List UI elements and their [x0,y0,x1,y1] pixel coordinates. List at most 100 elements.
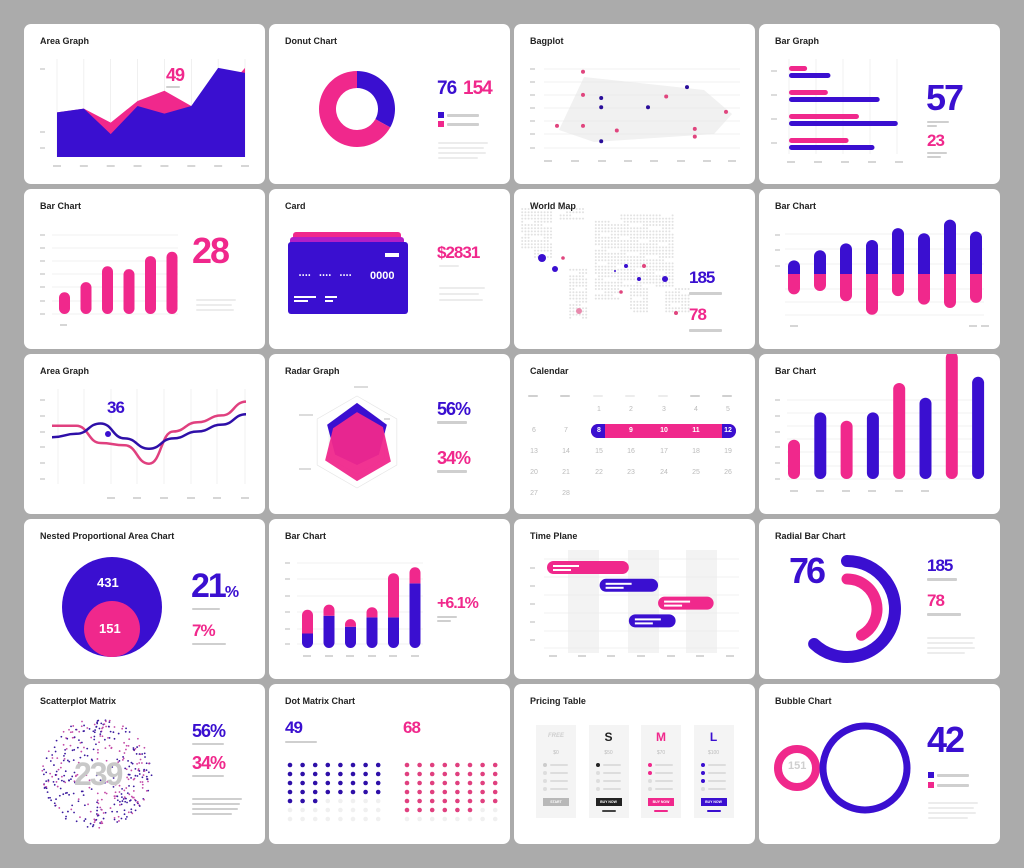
map-dot [550,214,552,217]
card-dot-matrix[interactable]: Dot Matrix Chart 49 68 [269,684,510,844]
calendar-day[interactable]: 1 [588,406,610,413]
card-world-map[interactable]: World Map 185 78 [514,189,755,349]
scatter-point [54,773,57,776]
card-credit-card[interactable]: Card •••• •••• •••• 0000 $2831 [269,189,510,349]
buy-button[interactable]: BUY NOW [648,798,674,806]
map-dot [668,220,671,223]
tick-label [981,325,989,327]
credit-card-graphic [288,232,408,314]
card-pricing-table[interactable]: Pricing Table FREE $0 START S $50 BUY NOW M $70… [514,684,755,844]
tick-label [598,160,606,162]
map-dot [550,246,552,249]
inner-circle-value: 151 [99,621,121,636]
buy-button[interactable]: BUY NOW [595,798,622,806]
calendar-day[interactable]: 28 [555,490,577,497]
card-radar-graph[interactable]: Radar Graph 56% 34% [269,354,510,514]
card-bagplot[interactable]: Bagplot [514,24,755,184]
card-donut-chart[interactable]: Donut Chart 76 154 [269,24,510,184]
card-time-plane[interactable]: Time Plane [514,519,755,679]
map-dot [604,252,607,255]
map-dot [617,288,620,290]
scatter-point [124,767,127,770]
buy-button[interactable]: BUY NOW [700,798,727,806]
dot-filled [417,798,422,804]
map-dot [575,217,578,220]
scatter-point [75,820,78,823]
calendar-day[interactable]: 20 [523,469,545,476]
calendar-day[interactable]: 13 [523,448,545,455]
map-dot [614,224,616,226]
card-title: Calendar [530,366,569,376]
calendar-day[interactable]: 26 [717,469,739,476]
map-dot [633,214,636,217]
calendar-day[interactable]: 17 [653,448,675,455]
description-text [192,798,242,800]
map-dot [636,227,639,230]
calendar-day[interactable]: 5 [717,406,739,413]
map-dot [684,294,687,297]
map-dot [617,284,620,287]
card-area-graph-2[interactable]: Area Graph 36 [24,354,265,514]
learn-more-link[interactable] [706,810,721,812]
calendar-day[interactable]: 24 [653,469,675,476]
map-dot [623,246,626,249]
scatter-point [70,778,72,781]
card-area-graph[interactable]: Area Graph 49 [24,24,265,184]
map-dot [598,281,600,284]
calendar-day[interactable]: 19 [717,448,739,455]
calendar-day[interactable]: 10 [653,427,675,434]
card-calendar[interactable]: Calendar 1 2 3 4 5 6 7 8 9 10 11 12 13 14 15 16 17 18 19 20… [514,354,755,514]
scatter-point [93,818,96,821]
calendar-day[interactable]: 6 [523,427,545,434]
learn-more-link[interactable] [601,810,616,812]
calendar-day[interactable]: 8 [588,427,610,434]
plan-name: FREE [547,733,564,739]
learn-more-link[interactable] [654,810,668,812]
feature-check-icon [595,763,600,767]
map-dot [626,268,629,271]
calendar-day[interactable]: 12 [717,427,739,434]
calendar-day[interactable]: 3 [653,406,675,413]
card-nested-area[interactable]: Nested Proportional Area Chart 431 151 2… [24,519,265,679]
map-dot [668,278,671,281]
tick-label [106,165,115,167]
calendar-day[interactable]: 14 [555,448,577,455]
calendar-day[interactable]: 27 [523,490,545,497]
map-dot [607,236,610,239]
scatter-point [67,810,69,813]
calendar-day[interactable]: 25 [685,469,707,476]
calendar-day[interactable]: 9 [620,427,642,434]
scatter-point [95,725,98,728]
bubble-value: 42 [927,719,965,760]
scatter-point [108,737,111,739]
calendar-day[interactable]: 4 [685,406,707,413]
map-dot [569,278,572,281]
card-bar-chart-2[interactable]: Bar Chart [759,189,1000,349]
card-bar-chart-1[interactable]: Bar Chart 28 [24,189,265,349]
card-bar-graph[interactable]: Bar Graph 57 23 [759,24,1000,184]
card-bar-chart-3[interactable]: Bar Chart [759,354,1000,514]
calendar-day[interactable]: 2 [620,406,642,413]
map-dot [524,227,527,230]
calendar-day[interactable]: 21 [555,469,577,476]
calendar-day[interactable]: 16 [620,448,642,455]
card-radial-bar[interactable]: Radial Bar Chart 76 185 78 [759,519,1000,679]
scatter-point [98,826,101,829]
map-dot [559,217,562,220]
map-dot [550,227,552,230]
buy-button[interactable]: START [543,798,569,806]
map-dot [537,217,540,220]
map-dot [530,224,533,226]
card-scatterplot-matrix[interactable]: Scatterplot Matrix 239 56% 34% [24,684,265,844]
feature-check-icon [700,787,705,791]
calendar-day[interactable]: 15 [588,448,610,455]
scatter-point [93,735,96,738]
map-dot [639,281,642,284]
card-bar-chart-4[interactable]: Bar Chart +6.1% [269,519,510,679]
calendar-day[interactable]: 23 [620,469,642,476]
calendar-day[interactable]: 22 [588,469,610,476]
calendar-day[interactable]: 18 [685,448,707,455]
calendar-day[interactable]: 7 [555,427,577,434]
card-bubble-chart[interactable]: Bubble Chart 151 42 [759,684,1000,844]
calendar-day[interactable]: 11 [685,427,707,434]
